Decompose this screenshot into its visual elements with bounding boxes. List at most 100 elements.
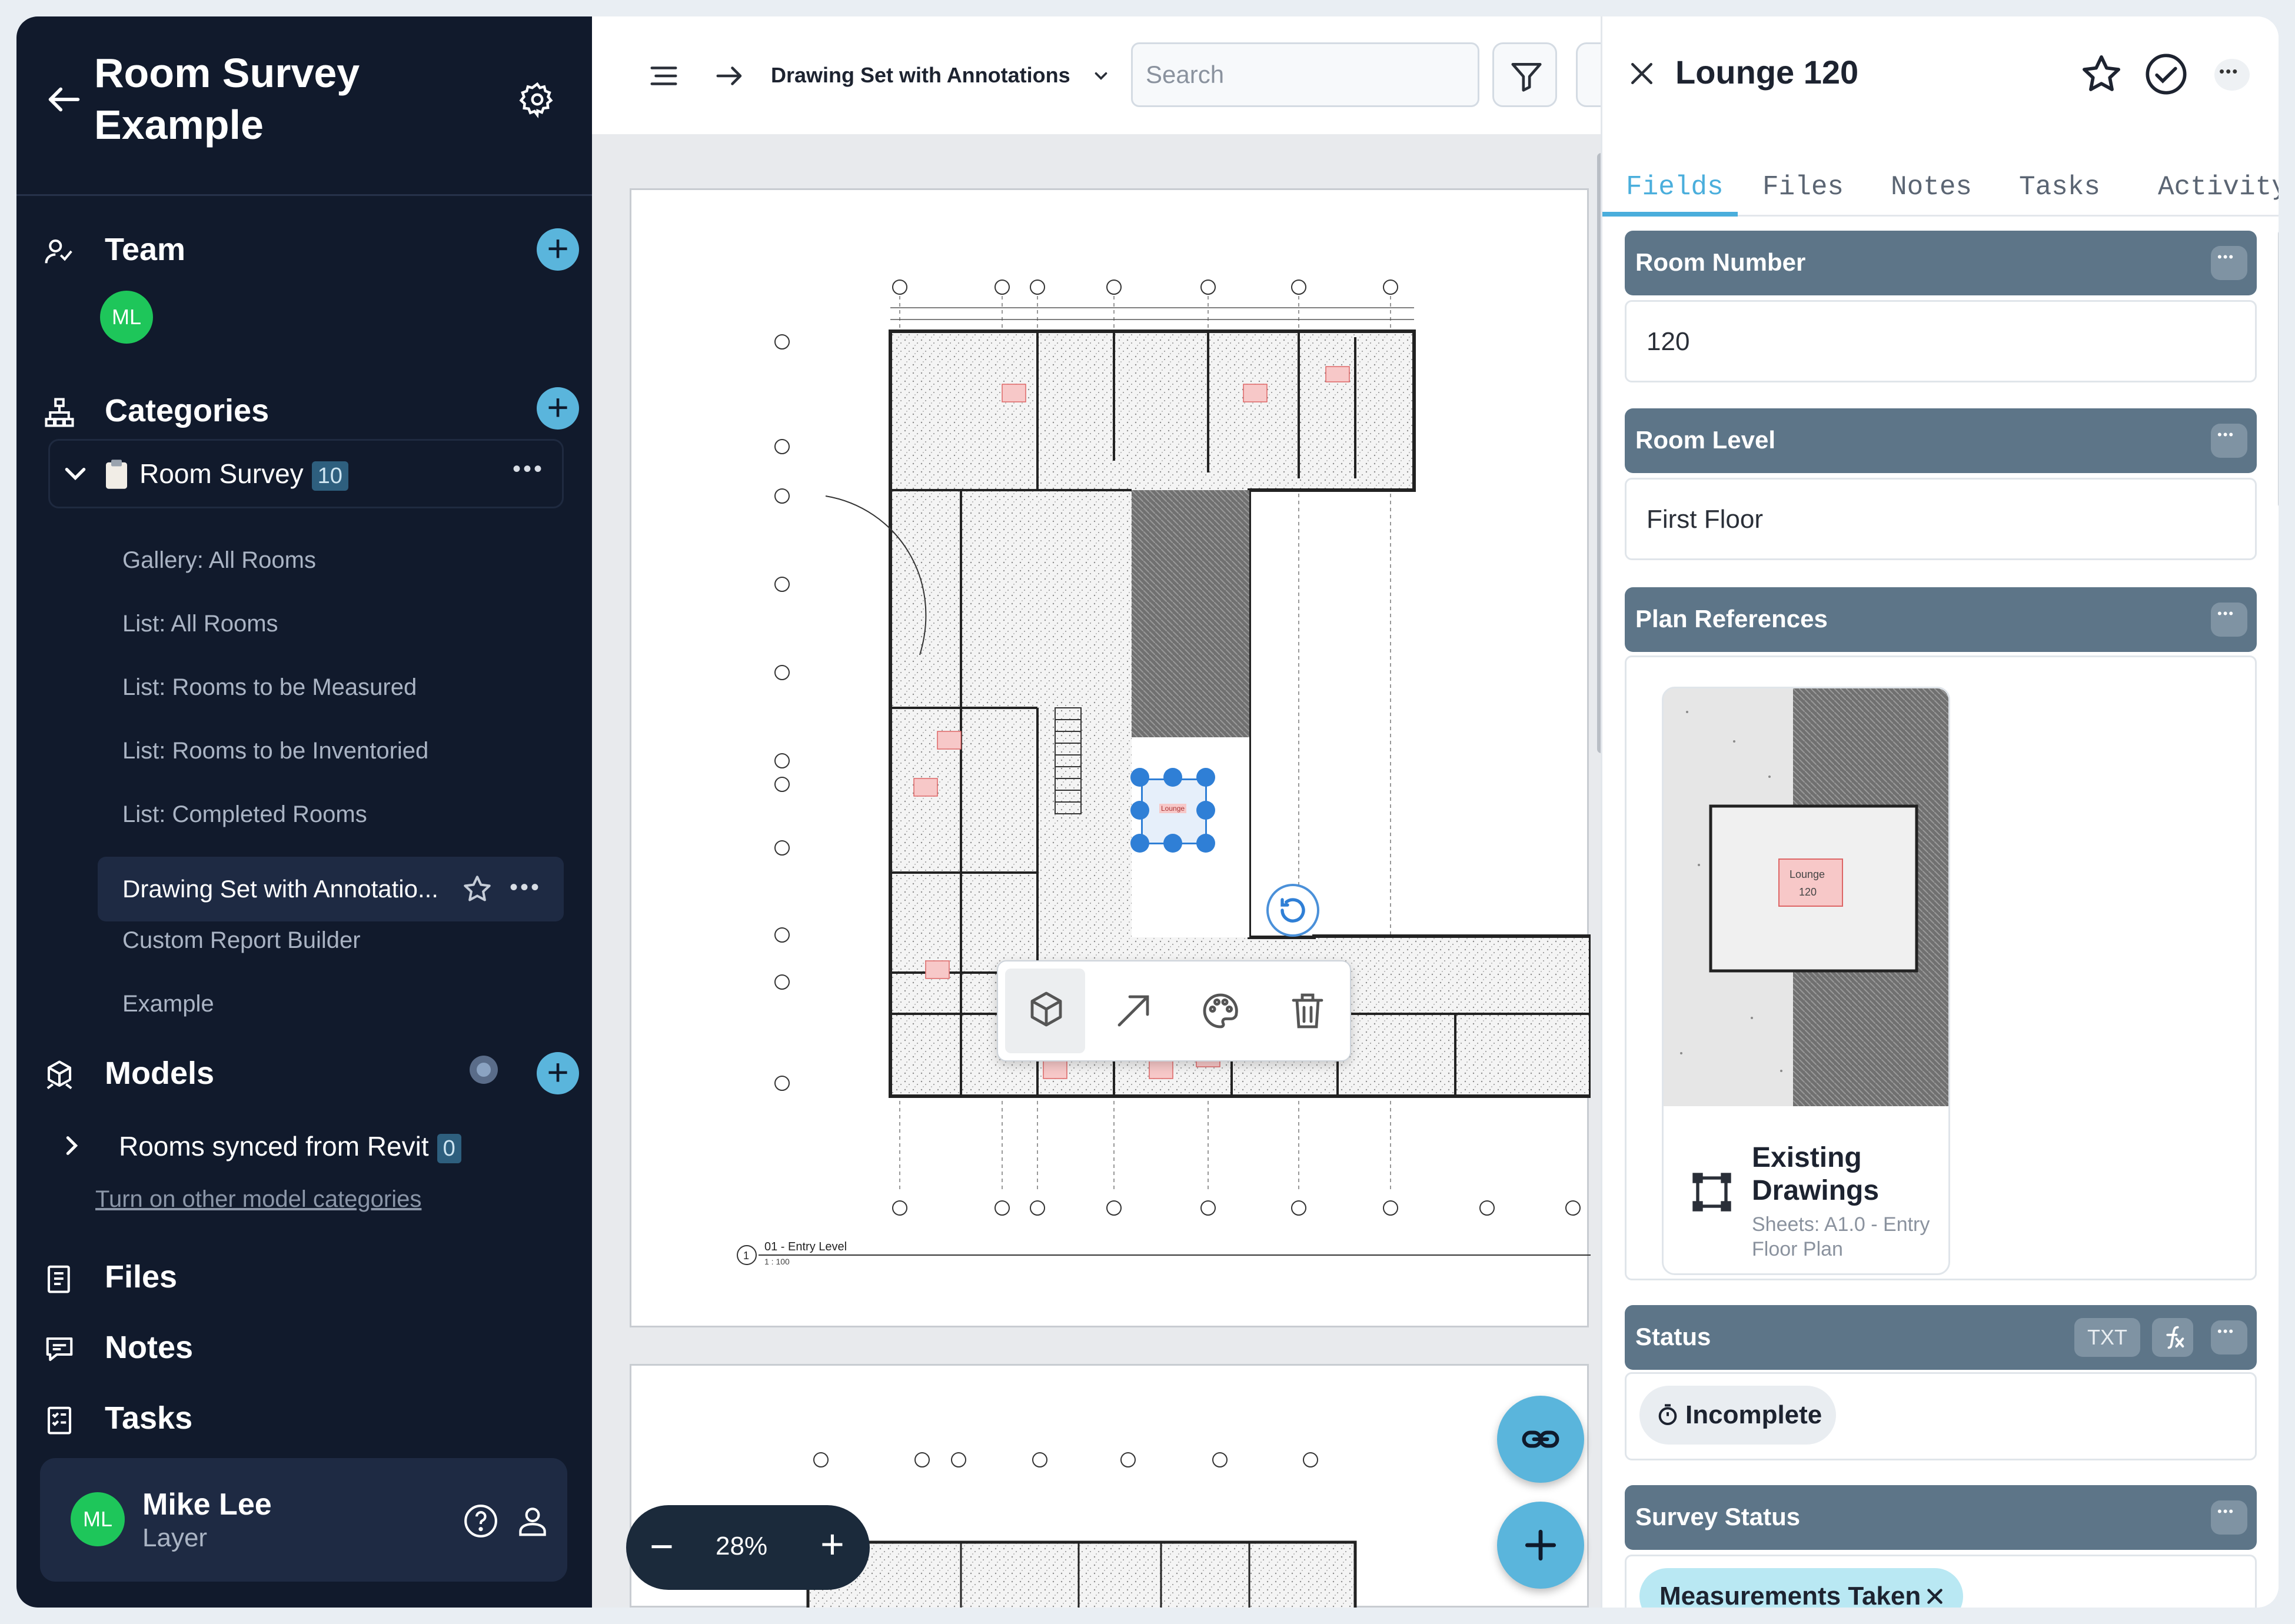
turn-on-model-categories-link[interactable]: Turn on other model categories	[95, 1183, 421, 1216]
field-more-button[interactable]: •••	[2211, 1320, 2247, 1355]
txt-format-button[interactable]: TXT	[2074, 1318, 2140, 1357]
card-subtitle: Sheets: A1.0 - Entry Floor Plan	[1752, 1213, 1930, 1260]
field-label: Room Number	[1635, 248, 1806, 276]
plan-reference-card[interactable]: Lounge 120 Existing Drawings Sheets: A1.…	[1662, 687, 1950, 1275]
help-icon[interactable]	[463, 1503, 499, 1539]
svg-text:1: 1	[743, 1250, 749, 1262]
chevron-down-icon[interactable]	[1091, 66, 1111, 86]
models-item-name: Rooms synced from Revit	[119, 1131, 429, 1162]
gear-icon[interactable]	[518, 80, 557, 119]
close-icon[interactable]	[1626, 58, 1658, 89]
add-annotation-button[interactable]	[1497, 1502, 1584, 1589]
arrow-left-icon[interactable]	[44, 79, 85, 120]
detail-tabs: Fields Files Notes Tasks Activity	[1602, 155, 2279, 217]
tab-activity[interactable]: Activity	[2158, 171, 2279, 204]
tasks-icon	[47, 1406, 72, 1435]
filter-button[interactable]	[1492, 42, 1557, 107]
copy-link-button[interactable]	[1497, 1396, 1584, 1483]
add-category-button[interactable]: +	[537, 387, 579, 430]
category-name-text: Room Survey	[139, 458, 304, 489]
selection-handles[interactable]	[1130, 768, 1219, 856]
check-circle-icon[interactable]	[2144, 52, 2188, 96]
field-room-number-value[interactable]: 120	[1625, 300, 2257, 382]
arrow-right-icon[interactable]	[712, 60, 747, 92]
menu-icon[interactable]	[646, 60, 681, 92]
tab-tasks[interactable]: Tasks	[2019, 171, 2100, 204]
search-input[interactable]	[1133, 44, 1478, 105]
sidebar-header: Room Survey Example	[16, 16, 592, 196]
avatar[interactable]: ML	[100, 291, 153, 344]
sheet-caption: 01 - Entry Level	[764, 1240, 847, 1253]
add-model-button[interactable]: +	[537, 1052, 579, 1094]
team-section: Team +	[44, 226, 579, 273]
thumb-room-label: Lounge	[1790, 868, 1825, 880]
zoom-control: − 28% +	[626, 1505, 870, 1590]
zoom-in-button[interactable]: +	[820, 1520, 844, 1568]
model-link-button[interactable]	[1005, 969, 1085, 1053]
user-name: Mike Lee	[142, 1487, 272, 1522]
field-survey-status-value[interactable]: Measurements Taken	[1625, 1555, 2257, 1608]
notes-section[interactable]: Notes	[44, 1324, 573, 1371]
rotate-handle[interactable]	[1266, 884, 1319, 937]
annotation-toolbar	[997, 960, 1351, 1061]
tab-fields[interactable]: Fields	[1626, 171, 1724, 204]
document-selector[interactable]: Drawing Set with Annotations	[771, 59, 1070, 92]
plan-thumbnail-drawing: Lounge 120	[1664, 688, 1948, 1106]
plus-icon	[1525, 1529, 1556, 1561]
arrow-tool-button[interactable]	[1092, 969, 1172, 1053]
view-list-completed-rooms[interactable]: List: Completed Rooms	[122, 798, 367, 831]
search-field[interactable]	[1131, 42, 1479, 107]
user-avatar[interactable]: ML	[71, 1492, 125, 1546]
tab-notes[interactable]: Notes	[1891, 171, 1972, 204]
field-more-button[interactable]: •••	[2211, 246, 2247, 280]
view-list-all-rooms[interactable]: List: All Rooms	[122, 607, 278, 640]
style-button[interactable]	[1179, 969, 1259, 1053]
team-icon	[45, 239, 72, 264]
panel-scrollbar[interactable]	[2278, 231, 2279, 507]
tab-files[interactable]: Files	[1762, 171, 1844, 204]
chevron-right-icon[interactable]	[58, 1132, 85, 1159]
field-room-level-value[interactable]: First Floor	[1625, 478, 2257, 560]
timer-icon	[1658, 1404, 1677, 1425]
star-icon[interactable]	[2079, 52, 2124, 96]
tasks-section[interactable]: Tasks	[44, 1395, 573, 1442]
view-custom-report-builder[interactable]: Custom Report Builder	[122, 924, 361, 957]
chevron-down-icon[interactable]	[61, 458, 90, 488]
detail-title: Lounge 120	[1675, 54, 1859, 91]
models-item-count: 0	[437, 1133, 461, 1163]
drawing-canvas[interactable]: 1 01 - Entry Level 1 : 100 Lounge − 28% …	[592, 134, 1605, 1608]
field-status-value[interactable]: Incomplete	[1625, 1372, 2257, 1460]
user-icon[interactable]	[514, 1503, 551, 1539]
view-gallery-all-rooms[interactable]: Gallery: All Rooms	[122, 544, 316, 577]
view-example[interactable]: Example	[122, 987, 214, 1020]
close-icon[interactable]	[1924, 1586, 1945, 1607]
add-team-button[interactable]: +	[537, 228, 579, 271]
drawing-sheet-1: 1 01 - Entry Level 1 : 100 Lounge	[630, 188, 1591, 1327]
models-label: Models	[105, 1056, 215, 1091]
field-plan-references-value: Lounge 120 Existing Drawings Sheets: A1.…	[1625, 655, 2257, 1280]
field-more-button[interactable]: •••	[2211, 424, 2247, 458]
arrow-icon	[1117, 995, 1149, 1027]
view-drawing-set-selected[interactable]: Drawing Set with Annotatio... •••	[98, 857, 564, 921]
field-more-button[interactable]: •••	[2211, 603, 2247, 637]
survey-status-tag[interactable]: Measurements Taken	[1639, 1568, 1963, 1608]
view-list-rooms-to-inventory[interactable]: List: Rooms to be Inventoried	[122, 734, 428, 767]
field-more-button[interactable]: •••	[2211, 1500, 2247, 1535]
files-section[interactable]: Files	[44, 1253, 573, 1300]
field-label: Plan References	[1635, 605, 1828, 633]
view-more-button[interactable]: •••	[510, 874, 541, 901]
survey-status-value: Measurements Taken	[1659, 1582, 1921, 1608]
notes-icon	[46, 1337, 73, 1362]
field-value: First Floor	[1647, 505, 1763, 534]
star-icon[interactable]	[461, 873, 493, 905]
sheet-scale: 1 : 100	[764, 1257, 790, 1266]
status-badge[interactable]: Incomplete	[1639, 1386, 1836, 1445]
status-value: Incomplete	[1685, 1400, 1822, 1429]
category-more-button[interactable]: •••	[513, 456, 544, 482]
more-icon[interactable]: •••	[2214, 59, 2250, 91]
delete-button[interactable]	[1266, 969, 1346, 1053]
room-survey-category[interactable]: Room Survey 10 •••	[48, 439, 564, 508]
view-list-rooms-to-measure[interactable]: List: Rooms to be Measured	[122, 671, 417, 704]
zoom-out-button[interactable]: −	[650, 1523, 674, 1570]
formula-button[interactable]	[2152, 1318, 2193, 1357]
